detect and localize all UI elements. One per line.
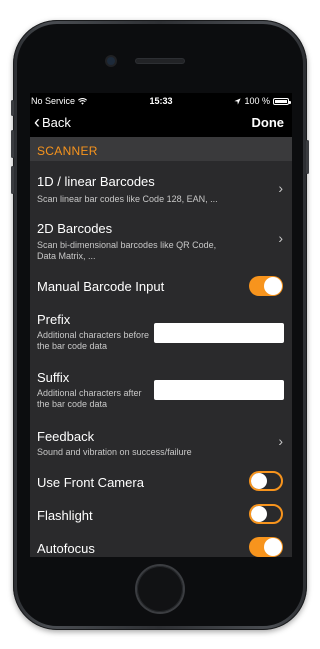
row-title: Manual Barcode Input: [37, 279, 165, 294]
chevron-right-icon: ›: [278, 180, 283, 196]
section-header: SCANNER: [30, 137, 292, 161]
prefix-row: Prefix Additional characters before the …: [30, 306, 292, 358]
manual-input-row: Manual Barcode Input: [30, 273, 292, 301]
volume-down-button: [11, 166, 14, 194]
front-camera-row: Use Front Camera: [30, 468, 292, 496]
chevron-right-icon: ›: [278, 433, 283, 449]
status-bar: No Service 15:33 100 %: [30, 93, 292, 109]
done-button[interactable]: Done: [252, 115, 285, 130]
chevron-right-icon: ›: [278, 230, 283, 246]
earpiece-speaker: [136, 59, 184, 63]
prefix-input[interactable]: [154, 323, 284, 343]
screen: No Service 15:33 100 % ‹ Back Done SCANN…: [30, 93, 292, 557]
suffix-row: Suffix Additional characters after the b…: [30, 364, 292, 416]
chevron-left-icon: ‹: [34, 111, 40, 132]
back-button[interactable]: ‹ Back: [34, 111, 71, 132]
toggle-knob: [251, 473, 267, 489]
row-subtitle: Sound and vibration on success/failure: [37, 447, 192, 457]
home-button[interactable]: [137, 566, 183, 612]
volume-up-button: [11, 130, 14, 158]
autofocus-toggle[interactable]: [249, 537, 283, 557]
toggle-knob: [251, 506, 267, 522]
flashlight-row: Flashlight: [30, 501, 292, 529]
mute-switch: [11, 100, 14, 116]
linear-barcodes-row[interactable]: 1D / linear Barcodes Scan linear bar cod…: [30, 168, 292, 210]
section-title: SCANNER: [37, 144, 98, 158]
row-title: Flashlight: [37, 508, 93, 523]
2d-barcodes-row[interactable]: 2D Barcodes Scan bi-dimensional barcodes…: [30, 215, 292, 265]
row-title: Feedback: [37, 429, 95, 444]
feedback-row[interactable]: Feedback Sound and vibration on success/…: [30, 423, 292, 463]
navigation-bar: ‹ Back Done: [30, 109, 292, 137]
battery-icon: [273, 97, 291, 105]
status-right: 100 %: [234, 96, 291, 106]
back-label: Back: [42, 115, 71, 130]
row-title: Use Front Camera: [37, 475, 144, 490]
row-title: 2D Barcodes: [37, 221, 113, 236]
row-subtitle: Scan linear bar codes like Code 128, EAN…: [37, 194, 218, 204]
row-subtitle: Additional characters before the bar cod…: [37, 330, 150, 351]
row-title: 1D / linear Barcodes: [37, 174, 155, 189]
manual-input-toggle[interactable]: [249, 276, 283, 296]
row-subtitle: Additional characters after the bar code…: [37, 388, 142, 409]
location-arrow-icon: [234, 97, 242, 105]
row-title: Prefix: [37, 312, 71, 327]
front-camera-lens: [107, 57, 115, 65]
toggle-knob: [264, 538, 282, 556]
power-button: [306, 140, 309, 174]
row-subtitle: Scan bi-dimensional barcodes like QR Cod…: [37, 240, 217, 261]
autofocus-row: Autofocus: [30, 534, 292, 557]
battery-percent: 100 %: [244, 96, 270, 106]
row-title: Suffix: [37, 370, 70, 385]
flashlight-toggle[interactable]: [249, 504, 283, 524]
suffix-input[interactable]: [154, 380, 284, 400]
front-camera-toggle[interactable]: [249, 471, 283, 491]
toggle-knob: [264, 277, 282, 295]
row-title: Autofocus: [37, 541, 95, 556]
